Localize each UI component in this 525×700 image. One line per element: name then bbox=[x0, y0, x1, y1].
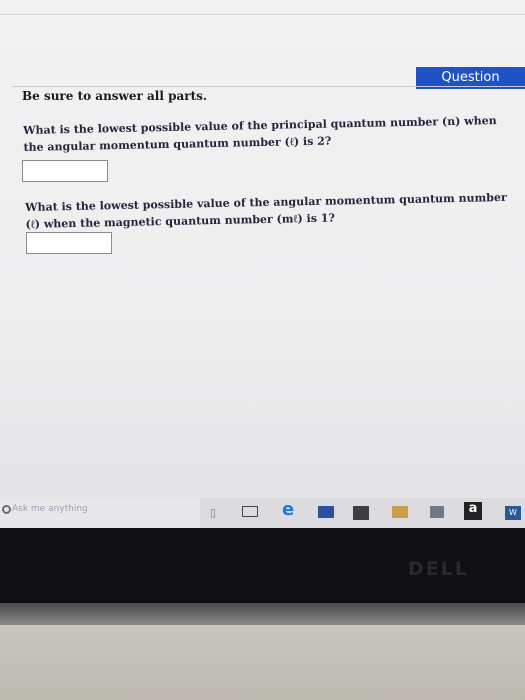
word-icon[interactable]: W bbox=[505, 506, 521, 520]
question-1-text: What is the lowest possible value of the… bbox=[23, 114, 497, 154]
app-icon[interactable] bbox=[430, 506, 444, 518]
panel-divider bbox=[12, 86, 525, 87]
app-icon[interactable] bbox=[392, 506, 408, 518]
monitor-bezel: DELL bbox=[0, 528, 525, 603]
taskbar: Ask me anything ▯ e a W bbox=[0, 498, 525, 528]
search-icon bbox=[2, 505, 11, 514]
file-explorer-icon[interactable] bbox=[318, 506, 334, 518]
answer-1-input[interactable] bbox=[22, 160, 108, 182]
answer-2-input[interactable] bbox=[26, 232, 112, 254]
screen: Question Be sure to answer all parts. Wh… bbox=[0, 0, 525, 520]
laptop-hinge bbox=[0, 603, 525, 625]
instruction-text: Be sure to answer all parts. bbox=[22, 89, 208, 103]
edge-icon[interactable]: e bbox=[282, 501, 294, 519]
search-placeholder[interactable]: Ask me anything bbox=[12, 504, 88, 514]
store-icon[interactable] bbox=[353, 506, 369, 520]
top-divider bbox=[0, 14, 525, 15]
search-box[interactable]: Ask me anything bbox=[0, 498, 200, 528]
question-2-text: What is the lowest possible value of the… bbox=[25, 190, 507, 231]
task-view-icon[interactable] bbox=[242, 506, 258, 517]
dell-logo: DELL bbox=[408, 558, 469, 580]
microphone-icon[interactable]: ▯ bbox=[208, 506, 218, 519]
laptop-deck bbox=[0, 625, 525, 700]
amazon-icon[interactable]: a bbox=[464, 502, 482, 520]
